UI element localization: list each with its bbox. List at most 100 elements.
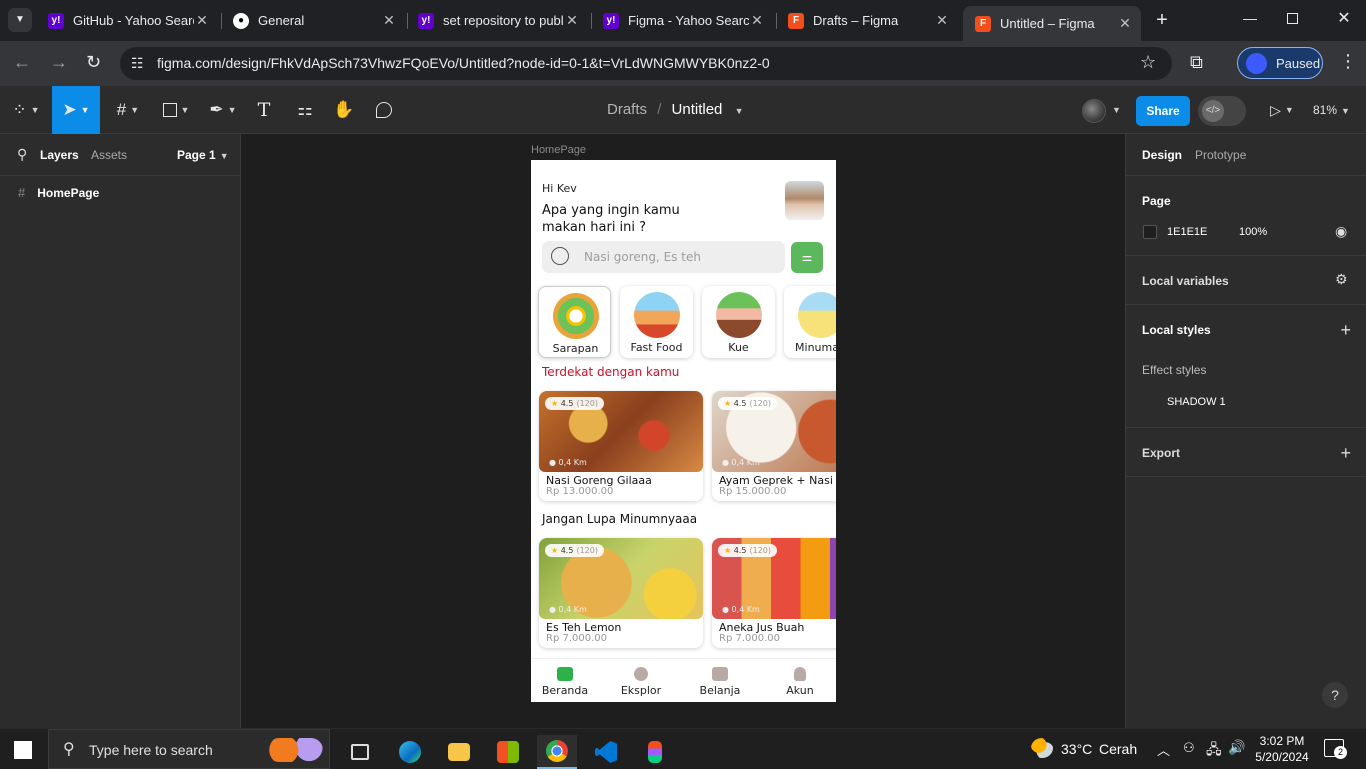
new-tab-button[interactable]: + <box>1151 6 1173 34</box>
task-view-icon[interactable] <box>340 735 380 769</box>
search-icon[interactable]: ⚲ <box>17 146 27 163</box>
store-icon[interactable] <box>488 735 528 769</box>
search-bar[interactable]: Nasi goreng, Es teh <box>542 241 785 273</box>
file-name[interactable]: Untitled <box>672 101 723 118</box>
star-icon: ★ <box>724 399 732 408</box>
drink-card-es-teh-lemon[interactable]: ★ 4.5 (120) ● 0,4 Km Es Teh Lemon Rp 7.00… <box>539 538 703 648</box>
user-avatar[interactable] <box>1082 99 1106 123</box>
browser-tab-drafts-figma[interactable]: F Drafts – Figma ✕ <box>780 6 958 35</box>
nav-beranda[interactable]: Beranda <box>535 665 595 697</box>
close-icon[interactable]: ✕ <box>381 12 397 29</box>
category-fast-food[interactable]: Fast Food <box>620 286 693 358</box>
present-button[interactable]: ▷ ▼ <box>1264 86 1300 134</box>
browser-tab-github-search[interactable]: y! GitHub - Yahoo Search ✕ <box>40 6 218 35</box>
edge-icon[interactable] <box>390 735 430 769</box>
shape-tool-button[interactable]: ▼ <box>156 86 196 134</box>
move-tool-button[interactable]: ➤ ▼ <box>52 86 100 134</box>
effect-style-item[interactable]: SHADOW 1 <box>1167 396 1226 408</box>
weather-icon[interactable] <box>1031 738 1053 758</box>
profile-paused-button[interactable]: Paused <box>1237 47 1323 79</box>
nav-eksplor[interactable]: Eksplor <box>611 665 671 697</box>
filter-button[interactable]: ⚌ <box>791 242 823 273</box>
close-icon[interactable]: ✕ <box>1117 15 1133 32</box>
browser-tab-general[interactable]: ● General ✕ <box>225 6 405 35</box>
drink-card-aneka-jus[interactable]: ★ 4.5 (120) ● 0,4 Km Aneka Jus Buah Rp 7.… <box>712 538 836 648</box>
page-opacity-value[interactable]: 100% <box>1239 226 1267 238</box>
bookmark-star-icon[interactable]: ☆ <box>1140 52 1156 73</box>
browser-tab-untitled-figma[interactable]: F Untitled – Figma ✕ <box>963 6 1141 41</box>
chevron-down-icon[interactable]: ▼ <box>1112 105 1121 115</box>
chevron-up-icon[interactable]: ︿ <box>1157 740 1170 759</box>
forward-icon[interactable]: → <box>50 52 68 73</box>
text-tool-button[interactable]: T <box>250 86 278 134</box>
minimize-icon[interactable]: — <box>1240 10 1260 30</box>
tab-design[interactable]: Design <box>1142 148 1182 162</box>
extensions-icon[interactable]: ⧉ <box>1190 52 1203 73</box>
vscode-icon[interactable] <box>586 735 626 769</box>
hand-tool-button[interactable]: ✋ <box>330 86 358 134</box>
figma-app-icon[interactable] <box>635 735 675 769</box>
window-close-icon[interactable]: ✕ <box>1334 8 1354 28</box>
zoom-menu[interactable]: 81% ▼ <box>1313 103 1350 117</box>
taskbar-search-box[interactable]: ⚲ Type here to search <box>48 729 330 769</box>
browser-menu-icon[interactable]: ⋮ <box>1339 51 1357 72</box>
homepage-frame[interactable]: Hi Kev Apa yang ingin kamu makan hari in… <box>531 160 836 702</box>
restore-icon[interactable] <box>1287 13 1298 24</box>
nav-akun[interactable]: Akun <box>770 665 830 697</box>
pen-tool-button[interactable]: ✒ ▼ <box>202 86 244 134</box>
layer-row-homepage[interactable]: # HomePage <box>18 185 99 200</box>
url-text[interactable]: figma.com/design/FhkVdApSch73VhwzFQoEVo/… <box>157 55 770 71</box>
chrome-icon[interactable] <box>537 735 577 769</box>
chevron-down-icon[interactable]: ▼ <box>735 106 744 116</box>
page-color-swatch[interactable] <box>1143 225 1157 239</box>
category-sarapan[interactable]: Sarapan <box>538 286 611 358</box>
close-icon[interactable]: ✕ <box>564 12 580 29</box>
canvas[interactable]: HomePage Hi Kev Apa yang ingin kamu maka… <box>241 134 1125 728</box>
network-icon[interactable]: 🖧 <box>1206 739 1222 763</box>
weather-temperature[interactable]: 33°C <box>1061 741 1092 757</box>
tab-search-dropdown-icon[interactable]: ▼ <box>8 8 32 32</box>
tab-assets[interactable]: Assets <box>91 148 127 162</box>
zoom-level: 81% <box>1313 103 1338 117</box>
category-kue[interactable]: Kue <box>702 286 775 358</box>
share-button[interactable]: Share <box>1136 96 1190 126</box>
system-clock[interactable]: 3:02 PM 5/20/2024 <box>1248 733 1316 765</box>
add-style-icon[interactable]: + <box>1340 321 1351 339</box>
close-icon[interactable]: ✕ <box>749 12 765 29</box>
food-card-ayam-geprek[interactable]: ★ 4.5 (120) ● 0,4 Km Ayam Geprek + Nasi R… <box>712 391 836 501</box>
browser-tab-set-repository[interactable]: y! set repository to public ✕ <box>410 6 588 35</box>
distance-label: ● 0,4 Km <box>549 458 587 467</box>
page-color-value[interactable]: 1E1E1E <box>1167 226 1207 238</box>
nav-belanja[interactable]: Belanja <box>690 665 750 697</box>
site-settings-icon[interactable]: ☷ <box>131 55 144 72</box>
file-explorer-icon[interactable] <box>439 735 479 769</box>
main-menu-button[interactable]: ⁘ ▼ <box>6 86 46 134</box>
weather-condition[interactable]: Cerah <box>1099 741 1137 757</box>
notifications-icon[interactable]: 2 <box>1324 739 1347 759</box>
breadcrumb-folder[interactable]: Drafts <box>607 101 647 118</box>
help-button[interactable]: ? <box>1322 682 1348 708</box>
close-icon[interactable]: ✕ <box>934 12 950 29</box>
resources-tool-button[interactable]: ⚏ <box>290 86 320 134</box>
add-export-icon[interactable]: + <box>1340 444 1351 462</box>
meet-icon[interactable]: ⚇ <box>1183 740 1195 756</box>
windows-start-icon[interactable] <box>14 741 32 759</box>
dev-mode-toggle[interactable]: </> <box>1198 96 1246 126</box>
volume-icon[interactable]: 🔊 <box>1228 739 1245 756</box>
page-selector[interactable]: Page 1 ▼ <box>177 148 229 162</box>
frame-tool-button[interactable]: # ▼ <box>108 86 148 134</box>
tab-layers[interactable]: Layers <box>40 148 79 162</box>
variables-icon[interactable]: ⚙ <box>1335 271 1348 288</box>
comment-tool-button[interactable] <box>370 86 398 134</box>
local-variables-section[interactable]: Local variables ⚙ <box>1126 256 1366 305</box>
eye-icon[interactable]: ◉ <box>1335 223 1347 240</box>
address-bar[interactable]: ☷ figma.com/design/FhkVdApSch73VhwzFQoEV… <box>120 47 1172 80</box>
back-icon[interactable]: ← <box>13 52 31 73</box>
reload-icon[interactable]: ↻ <box>86 52 101 73</box>
food-card-nasi-goreng[interactable]: ★ 4.5 (120) ● 0,4 Km Nasi Goreng Gilaaa R… <box>539 391 703 501</box>
browser-tab-figma-search[interactable]: y! Figma - Yahoo Search ✕ <box>595 6 773 35</box>
tab-prototype[interactable]: Prototype <box>1195 148 1246 162</box>
close-icon[interactable]: ✕ <box>194 12 210 29</box>
frame-label[interactable]: HomePage <box>531 144 586 156</box>
category-minuman[interactable]: Minuman <box>784 286 836 358</box>
